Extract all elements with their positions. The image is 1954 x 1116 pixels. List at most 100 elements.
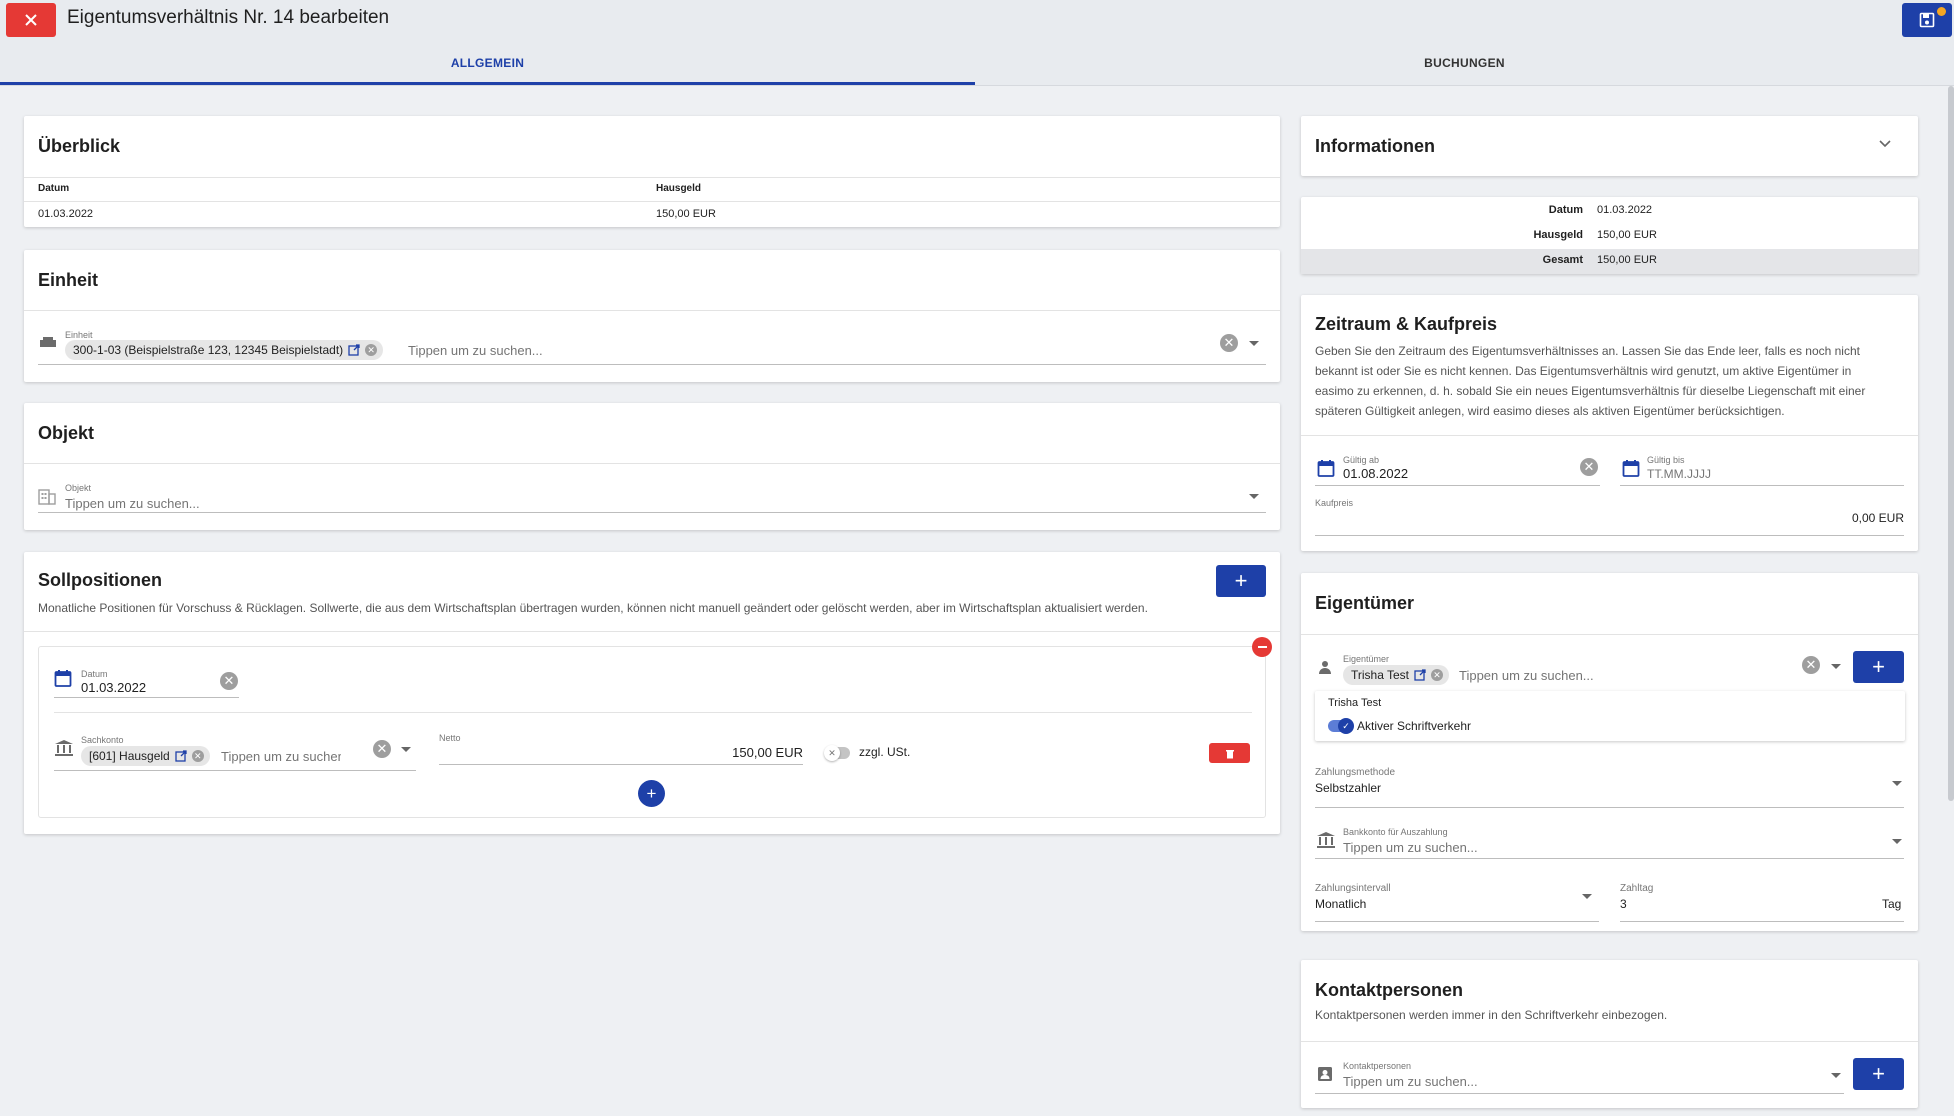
- bank-icon: [55, 740, 73, 756]
- period-description-line-2: bekannt ist oder Sie es nicht kennen. Da…: [1315, 364, 1852, 378]
- correspondence-toggle[interactable]: ✓: [1328, 718, 1354, 734]
- price-value[interactable]: 0,00 EUR: [1315, 511, 1904, 525]
- information-title: Informationen: [1315, 136, 1435, 156]
- contacts-search-input[interactable]: [1343, 1071, 1743, 1091]
- price-label: Kaufpreis: [1315, 498, 1354, 508]
- calendar-icon[interactable]: [54, 669, 72, 687]
- net-field-label: Netto: [439, 733, 461, 743]
- vat-toggle-knob: ✕: [824, 745, 840, 761]
- tab-general[interactable]: ALLGEMEIN: [0, 56, 975, 70]
- column-header-housing-fee: Hausgeld: [656, 183, 702, 194]
- chevron-down-icon[interactable]: [1879, 140, 1891, 148]
- unsaved-badge: [1937, 7, 1946, 16]
- external-link-icon[interactable]: [175, 750, 187, 762]
- object-title: Objekt: [38, 423, 95, 443]
- account-field-label: Sachkonto: [81, 735, 124, 745]
- payment-method-value[interactable]: Selbstzahler: [1315, 781, 1381, 795]
- price-underline: [1315, 535, 1904, 536]
- object-search-input[interactable]: [65, 493, 965, 513]
- unit-search-input[interactable]: [408, 340, 808, 360]
- divider: [1301, 634, 1918, 635]
- calendar-icon[interactable]: [1317, 459, 1335, 477]
- valid-from-value[interactable]: 01.08.2022: [1343, 466, 1408, 481]
- add-owner-button[interactable]: +: [1853, 651, 1904, 683]
- account-search-input[interactable]: [221, 746, 341, 766]
- position-date-label: Datum: [81, 669, 108, 679]
- external-link-icon[interactable]: [348, 344, 360, 356]
- position-date-value[interactable]: 01.03.2022: [81, 680, 146, 695]
- valid-to-underline: [1620, 485, 1904, 486]
- chevron-down-icon[interactable]: [1831, 664, 1841, 669]
- chip-remove-icon[interactable]: ✕: [191, 750, 204, 762]
- overview-date-value: 01.03.2022: [38, 208, 94, 220]
- period-title: Zeitraum & Kaufpreis: [1315, 314, 1498, 334]
- payday-value[interactable]: 3: [1620, 897, 1627, 911]
- chevron-down-icon[interactable]: [1582, 894, 1592, 899]
- divider: [24, 177, 1280, 178]
- bank-account-underline: [1315, 858, 1904, 859]
- information-summary: Datum 01.03.2022 Hausgeld 150,00 EUR Ges…: [1301, 197, 1918, 274]
- chip-remove-icon[interactable]: ✕: [365, 344, 378, 356]
- contacts-title: Kontaktpersonen: [1315, 980, 1464, 1000]
- chevron-down-icon[interactable]: [1249, 494, 1259, 499]
- unit-chip[interactable]: 300-1-03 (Beispielstraße 123, 12345 Beis…: [65, 340, 384, 360]
- valid-to-input[interactable]: [1647, 465, 1897, 483]
- information-card: Informationen: [1301, 116, 1918, 176]
- valid-from-label: Gültig ab: [1343, 455, 1380, 465]
- object-field-underline: [38, 512, 1266, 513]
- chevron-down-icon[interactable]: [1249, 341, 1259, 346]
- contacts-card: Kontaktpersonen Kontaktpersonen werden i…: [1301, 960, 1918, 1108]
- clear-icon[interactable]: ✕: [1580, 458, 1598, 476]
- payday-label: Zahltag: [1620, 883, 1654, 894]
- bank-account-search-input[interactable]: [1343, 837, 1793, 857]
- target-positions-title: Sollpositionen: [38, 570, 162, 590]
- info-value-housing-fee: 150,00 EUR: [1597, 229, 1657, 241]
- add-row-button[interactable]: +: [638, 780, 665, 807]
- add-contact-button[interactable]: +: [1853, 1058, 1904, 1090]
- clear-icon[interactable]: ✕: [220, 672, 238, 690]
- net-value[interactable]: 150,00 EUR: [439, 745, 803, 760]
- remove-position-button[interactable]: [1252, 637, 1272, 657]
- delete-position-button[interactable]: [1209, 743, 1250, 763]
- payday-suffix: Tag: [1882, 897, 1902, 911]
- period-description-line-4: späteren Gültigkeit anlegen, wird easimo…: [1315, 404, 1785, 418]
- calendar-icon[interactable]: [1622, 459, 1640, 477]
- page-title: Eigentumsverhältnis Nr. 14 bearbeiten: [67, 7, 390, 28]
- building-icon: [38, 489, 56, 505]
- save-button[interactable]: [1902, 3, 1952, 37]
- close-button[interactable]: [6, 3, 56, 37]
- chevron-down-icon[interactable]: [401, 747, 411, 752]
- clear-icon[interactable]: ✕: [1220, 334, 1238, 352]
- contacts-field-label: Kontaktpersonen: [1343, 1061, 1412, 1071]
- info-value-total: 150,00 EUR: [1597, 254, 1657, 266]
- unit-title: Einheit: [38, 270, 99, 290]
- vat-toggle[interactable]: ✕: [824, 745, 850, 761]
- chevron-down-icon[interactable]: [1892, 839, 1902, 844]
- target-positions-card: Sollpositionen + Monatliche Positionen f…: [24, 552, 1280, 834]
- external-link-icon[interactable]: [1414, 669, 1426, 681]
- payment-interval-value[interactable]: Monatlich: [1315, 897, 1366, 911]
- chevron-down-icon[interactable]: [1892, 781, 1902, 786]
- net-field-underline: [439, 764, 803, 765]
- period-card: Zeitraum & Kaufpreis Geben Sie den Zeitr…: [1301, 295, 1918, 551]
- add-position-button[interactable]: +: [1216, 565, 1266, 597]
- page-scrollbar[interactable]: [1948, 86, 1954, 801]
- divider: [1301, 435, 1918, 436]
- owner-search-input[interactable]: [1459, 665, 1659, 685]
- clear-icon[interactable]: ✕: [373, 740, 391, 758]
- owner-entry: Trisha Test ✓ Aktiver Schriftverkehr: [1315, 691, 1905, 741]
- divider: [24, 463, 1280, 464]
- period-description-line-3: easimo zu erkennen, d. h. sobald Sie ein…: [1315, 384, 1866, 398]
- owner-chip[interactable]: Trisha Test ✕: [1343, 665, 1450, 685]
- chip-remove-icon[interactable]: ✕: [1431, 669, 1444, 681]
- unit-field-label: Einheit: [65, 330, 93, 340]
- overview-title: Überblick: [38, 136, 121, 156]
- info-label-date: Datum: [1548, 204, 1583, 216]
- divider: [1301, 1041, 1918, 1042]
- account-chip[interactable]: [601] Hausgeld ✕: [81, 746, 210, 766]
- info-label-housing-fee: Hausgeld: [1533, 229, 1583, 241]
- clear-icon[interactable]: ✕: [1802, 656, 1820, 674]
- divider: [24, 201, 1280, 202]
- tab-bookings[interactable]: BUCHUNGEN: [975, 56, 1954, 70]
- chevron-down-icon[interactable]: [1831, 1073, 1841, 1078]
